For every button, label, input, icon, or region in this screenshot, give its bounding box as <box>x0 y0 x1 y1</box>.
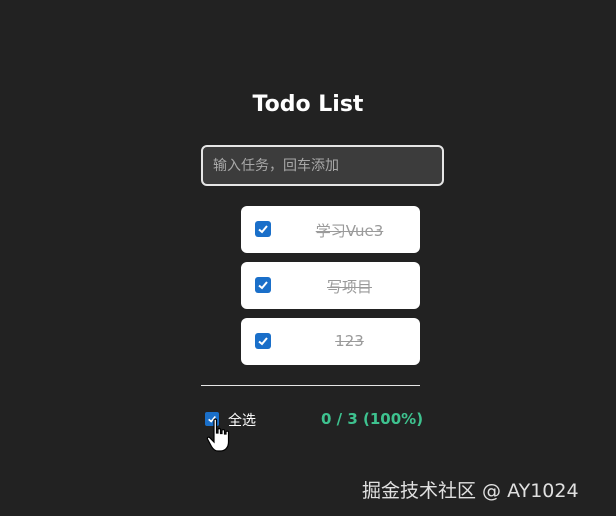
app-title: Todo List <box>252 92 364 117</box>
hand-cursor-icon <box>206 418 230 452</box>
todo-item: 123 <box>241 318 420 365</box>
divider <box>201 385 420 386</box>
todo-text: 写项目 <box>326 278 372 296</box>
todo-checkbox[interactable] <box>255 221 271 237</box>
check-icon <box>258 281 268 290</box>
todo-text: 123 <box>335 332 364 350</box>
completion-stats: 0 / 3 (100%) <box>321 410 424 428</box>
todo-checkbox[interactable] <box>255 333 271 349</box>
todo-list: 学习Vue3 写项目 123 <box>241 206 420 374</box>
todo-item: 学习Vue3 <box>241 206 420 253</box>
check-icon <box>258 225 268 234</box>
check-icon <box>258 337 268 346</box>
todo-checkbox[interactable] <box>255 277 271 293</box>
watermark: 掘金技术社区 @ AY1024 <box>362 480 579 502</box>
todo-text: 学习Vue3 <box>315 222 384 240</box>
new-task-input[interactable] <box>201 145 444 186</box>
todo-item: 写项目 <box>241 262 420 309</box>
select-all-label[interactable]: 全选 <box>228 410 256 430</box>
